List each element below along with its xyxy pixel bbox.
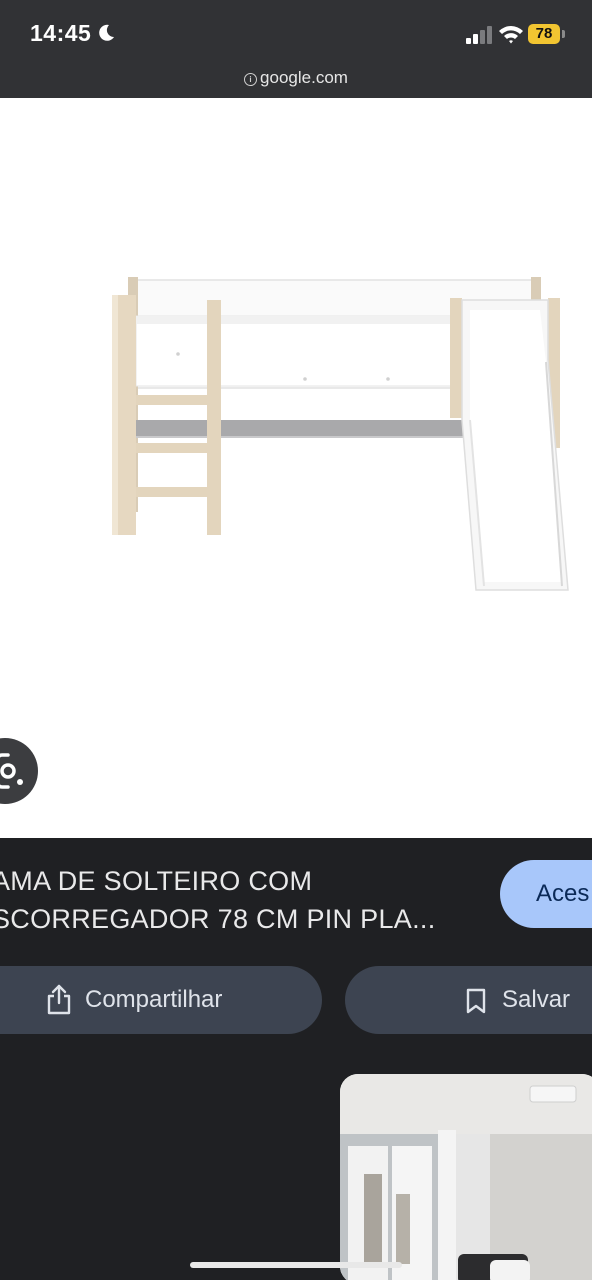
status-time: 14:45 [30, 20, 92, 46]
status-bar: 14:45 78 [0, 0, 592, 64]
share-icon [47, 984, 71, 1015]
related-image-card[interactable] [340, 1074, 592, 1280]
url-bar[interactable]: i google.com [0, 64, 592, 98]
cellular-signal-icon [466, 26, 492, 44]
bookmark-icon [466, 988, 486, 1014]
share-button-label: Compartilhar [85, 986, 223, 1013]
home-indicator[interactable] [190, 1262, 402, 1268]
bedroom-image [340, 1074, 592, 1280]
bed-with-slide-image [112, 277, 569, 591]
info-icon[interactable]: i [244, 73, 258, 86]
battery-icon: 78 [528, 24, 566, 46]
battery-tip [562, 30, 565, 38]
battery-level: 78 [528, 24, 560, 44]
wifi-icon [499, 26, 523, 44]
moon-icon [99, 24, 114, 41]
share-button[interactable]: Compartilhar [0, 966, 322, 1034]
result-panel: AMA DE SOLTEIRO COM SCORREGADOR 78 CM PI… [0, 838, 592, 1280]
lens-icon [0, 753, 23, 789]
image-viewer[interactable] [0, 98, 592, 838]
visit-button[interactable]: Aces [500, 860, 592, 928]
save-button-label: Salvar [502, 986, 571, 1013]
visit-button-label: Aces [536, 880, 590, 907]
product-title[interactable]: AMA DE SOLTEIRO COM SCORREGADOR 78 CM PI… [0, 862, 472, 938]
url-container[interactable]: i google.com [0, 68, 592, 88]
save-button[interactable]: Salvar [345, 966, 592, 1034]
url-text: google.com [260, 68, 348, 87]
product-title-line-1: AMA DE SOLTEIRO COM [0, 866, 313, 896]
product-title-line-2: SCORREGADOR 78 CM PIN PLA... [0, 904, 436, 934]
screen: 14:45 78 i google.com AMA DE SOLTEIRO CO… [0, 0, 592, 1280]
